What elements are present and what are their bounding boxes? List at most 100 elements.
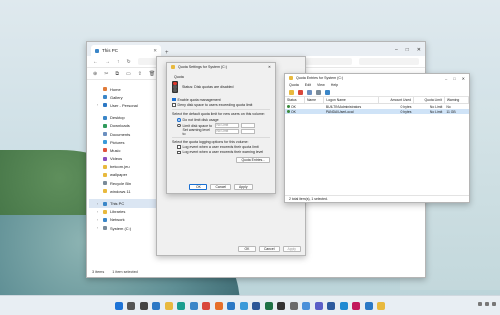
battery-icon[interactable]: [492, 302, 496, 306]
up-icon[interactable]: ↑: [117, 59, 120, 65]
sidebar-item-label: Gallery: [110, 94, 123, 100]
chevron-right-icon[interactable]: ›: [97, 226, 100, 230]
mail-icon[interactable]: [227, 301, 236, 310]
delete-entry-icon[interactable]: [298, 89, 303, 95]
folder-icon: [103, 172, 107, 177]
menu-item[interactable]: Edit: [305, 83, 311, 87]
entries-close-icon[interactable]: ✕: [462, 76, 465, 81]
chevron-right-icon[interactable]: ›: [97, 210, 100, 214]
refresh-icon[interactable]: ↻: [127, 59, 131, 65]
quota-apply-button[interactable]: Apply: [234, 184, 253, 190]
task-view-icon[interactable]: [139, 301, 148, 310]
quota-entries-table: Status Name Logon Name Amount Used Quota Lim…: [285, 97, 470, 114]
system-tray: [478, 302, 496, 306]
share-icon[interactable]: ⇪: [138, 71, 142, 77]
table-cell-used: 0 bytes: [378, 109, 414, 114]
menu-item[interactable]: Quota: [289, 83, 299, 87]
close-icon[interactable]: ✕: [417, 47, 421, 53]
entries-minimize-icon[interactable]: –: [445, 76, 447, 81]
sidebar-item-label: Pictures: [110, 139, 125, 145]
properties-icon[interactable]: [307, 89, 312, 95]
quota-status: Status: Disk quotas are disabled: [172, 81, 270, 93]
start-icon[interactable]: [114, 301, 123, 310]
deny-space-checkbox[interactable]: Deny disk space to users exceeding quota…: [172, 102, 270, 107]
quota-cancel-button[interactable]: Cancel: [210, 184, 232, 190]
new-icon[interactable]: ⊕: [93, 71, 97, 77]
delete-icon[interactable]: 🗑: [149, 71, 155, 77]
copy-icon[interactable]: ⧉: [115, 71, 119, 77]
warning-level-row: Set warning level to No Limit: [172, 128, 270, 136]
tab-close-icon[interactable]: ✕: [153, 48, 157, 54]
search-icon[interactable]: [127, 301, 136, 310]
find-icon[interactable]: [325, 89, 330, 95]
snipping-icon[interactable]: [352, 301, 361, 310]
photos-icon[interactable]: [239, 301, 248, 310]
sidebar-item-label: wallpaper: [110, 172, 128, 178]
quota-entries-button[interactable]: Quota Entries...: [236, 156, 270, 163]
quota-close-icon[interactable]: ✕: [268, 65, 271, 69]
notepad-icon[interactable]: [302, 301, 311, 310]
edge-icon[interactable]: [177, 301, 186, 310]
table-row[interactable]: OK PANDA\UserLocal 0 bytes No Limit 11 GB: [285, 109, 469, 114]
new-entry-icon[interactable]: [289, 89, 294, 95]
table-cell-warning: 11 GB: [444, 109, 469, 114]
teams-icon[interactable]: [314, 301, 323, 310]
sidebar-item-label: Desktop: [110, 115, 125, 121]
pc-icon: [103, 201, 107, 206]
properties-cancel-button[interactable]: Cancel: [258, 246, 280, 252]
volume-icon[interactable]: [485, 302, 489, 306]
back-icon[interactable]: ←: [93, 59, 98, 65]
maximize-icon[interactable]: □: [406, 47, 409, 53]
excel-icon[interactable]: [264, 301, 273, 310]
log-exceed-limit-checkbox[interactable]: Log event when a user exceeds their quot…: [172, 145, 270, 150]
word-icon[interactable]: [252, 301, 261, 310]
entries-maximize-icon[interactable]: □: [453, 76, 455, 81]
warning-unit-select[interactable]: [240, 129, 255, 134]
properties-apply-button[interactable]: Apply: [282, 246, 301, 252]
terminal-icon[interactable]: [277, 301, 286, 310]
chrome-icon[interactable]: [202, 301, 211, 310]
chevron-right-icon[interactable]: ›: [97, 218, 100, 222]
warning-value-field[interactable]: No Limit: [214, 129, 239, 134]
file-explorer-icon[interactable]: [164, 301, 173, 310]
explorer-tab[interactable]: This PC ✕: [91, 45, 161, 56]
settings-icon[interactable]: [289, 301, 298, 310]
table-cell-limit: No Limit: [413, 109, 445, 114]
table-cell-status: OK: [285, 109, 305, 114]
undo-icon[interactable]: [316, 89, 321, 95]
widgets-icon[interactable]: [152, 301, 161, 310]
log-exceed-warning-checkbox[interactable]: Log event when a user exceeds their warn…: [172, 150, 270, 155]
forward-icon[interactable]: →: [105, 59, 110, 65]
chevron-right-icon[interactable]: ›: [97, 103, 100, 107]
explorer-tab-title: This PC: [102, 48, 119, 53]
status-text: OK: [291, 109, 296, 114]
powershell-icon[interactable]: [327, 301, 336, 310]
rename-icon[interactable]: ▭: [126, 71, 131, 77]
sidebar-item-label: Libraries: [110, 209, 126, 215]
limit-value-field[interactable]: No Limit: [214, 123, 239, 128]
firefox-icon[interactable]: [214, 301, 223, 310]
taskbar: [0, 295, 500, 315]
vscode-icon[interactable]: [339, 301, 348, 310]
minimize-icon[interactable]: –: [395, 47, 398, 53]
store-bag-icon[interactable]: [377, 301, 386, 310]
folder-icon: [103, 164, 107, 169]
chevron-right-icon[interactable]: ›: [97, 202, 100, 206]
default-limit-heading: Select the default quota limit for new u…: [172, 112, 265, 117]
quota-tab[interactable]: Quota: [174, 75, 270, 79]
library-icon: [103, 209, 107, 214]
entries-title: Quota Entries for System (C:): [296, 76, 344, 80]
store-icon[interactable]: [189, 301, 198, 310]
video-icon: [103, 156, 107, 161]
cut-icon[interactable]: ✂: [104, 71, 108, 77]
menu-item[interactable]: Help: [331, 83, 338, 87]
quota-ok-button[interactable]: OK: [189, 184, 208, 190]
limit-to-radio[interactable]: [177, 123, 181, 128]
wifi-icon[interactable]: [478, 302, 482, 306]
menu-item[interactable]: View: [317, 83, 325, 87]
calendar-icon[interactable]: [364, 301, 373, 310]
quota-entries-window: Quota Entries for System (C:) – □ ✕ Quot…: [284, 73, 470, 203]
limit-unit-select[interactable]: [240, 123, 255, 128]
search-input[interactable]: [359, 58, 419, 65]
properties-ok-button[interactable]: OK: [237, 246, 256, 252]
